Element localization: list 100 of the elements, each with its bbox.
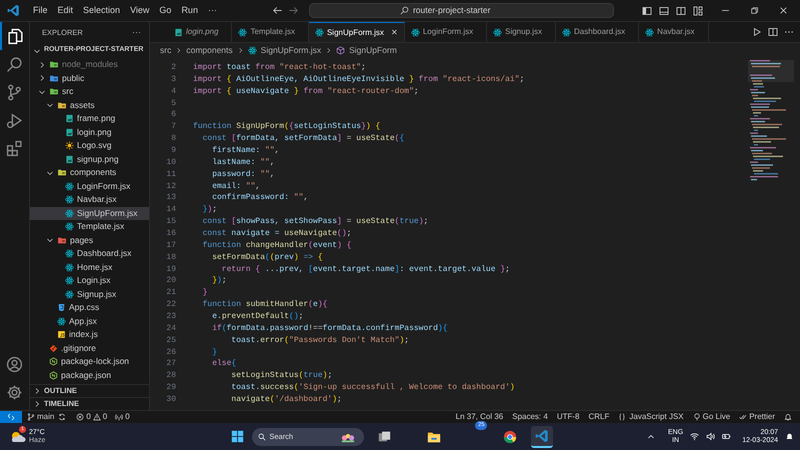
chevron-right-icon[interactable] bbox=[38, 74, 46, 82]
tree-item[interactable]: frame.png bbox=[30, 112, 149, 126]
settings-icon[interactable] bbox=[6, 384, 23, 400]
chevron-right-icon[interactable] bbox=[33, 400, 41, 408]
tree-item[interactable]: LoginForm.jsx bbox=[30, 180, 149, 193]
code-line: const navigate = useNavigate(); bbox=[202, 228, 352, 240]
chevron-right-icon[interactable] bbox=[33, 387, 41, 395]
atom-icon bbox=[65, 195, 74, 204]
bell-icon[interactable] bbox=[785, 432, 794, 441]
tree-item[interactable]: pages bbox=[30, 234, 149, 247]
panel-icon[interactable] bbox=[659, 6, 669, 16]
sun-icon bbox=[65, 141, 74, 150]
tree-item[interactable]: SignUpForm.jsx bbox=[30, 206, 149, 220]
menu-item[interactable]: Edit bbox=[52, 2, 78, 20]
atom-icon bbox=[65, 262, 74, 272]
line-number: 2 bbox=[170, 62, 176, 74]
menu-item[interactable]: File bbox=[28, 2, 53, 20]
tree-item[interactable]: components bbox=[30, 166, 149, 180]
go-live-button[interactable]: Go Live bbox=[692, 411, 730, 423]
code-line: email: "", bbox=[211, 180, 260, 192]
editor-tab[interactable]: SignUpForm.jsx ✕ bbox=[308, 22, 405, 42]
battery-icon[interactable] bbox=[722, 432, 732, 441]
image-file-icon bbox=[65, 154, 74, 164]
indentation[interactable]: Spaces: 4 bbox=[512, 411, 548, 423]
more-actions-button[interactable]: ··· bbox=[132, 26, 141, 40]
code-line: password: "", bbox=[211, 168, 275, 181]
cursor-position[interactable]: Ln 37, Col 36 bbox=[456, 411, 504, 423]
prettier-button[interactable]: Prettier bbox=[739, 411, 775, 423]
hexagon-icon bbox=[49, 357, 58, 366]
close-icon[interactable] bbox=[779, 6, 788, 15]
customize-layout-icon[interactable] bbox=[693, 6, 703, 16]
breadcrumb-item[interactable]: SignUpForm bbox=[349, 44, 397, 57]
tree-item[interactable]: assets bbox=[30, 98, 149, 112]
sync-icon[interactable] bbox=[58, 413, 66, 421]
browser-icon[interactable] bbox=[503, 430, 518, 444]
bell-icon[interactable] bbox=[784, 413, 792, 421]
split-editor-icon[interactable] bbox=[768, 27, 778, 37]
tree-item[interactable]: .gitignore bbox=[30, 342, 149, 355]
tree-item[interactable]: package-lock.json bbox=[30, 355, 149, 368]
branch-button[interactable]: main bbox=[27, 411, 54, 423]
extensions-icon[interactable] bbox=[6, 140, 23, 156]
tree-item[interactable]: Signup.jsx bbox=[30, 288, 149, 301]
menu-item[interactable]: Go bbox=[154, 2, 176, 20]
volume-icon[interactable] bbox=[706, 432, 716, 441]
tree-item[interactable]: Template.jsx bbox=[30, 220, 149, 234]
breadcrumb-item[interactable]: SignUpForm.jsx bbox=[260, 44, 322, 57]
tree-item[interactable]: public bbox=[30, 72, 149, 85]
task-view-icon[interactable] bbox=[378, 430, 392, 443]
language-mode[interactable]: JavaScript JSX bbox=[618, 411, 684, 423]
chevron-down-icon[interactable] bbox=[46, 236, 54, 244]
code-line: if(formData.password!==formData.confirmPassword){ bbox=[211, 322, 448, 335]
chevron-up-icon[interactable] bbox=[647, 432, 656, 440]
source-control-icon[interactable] bbox=[6, 84, 23, 100]
encoding[interactable]: UTF-8 bbox=[556, 411, 580, 423]
folder-icon[interactable] bbox=[427, 430, 442, 444]
tree-item[interactable]: Navbar.jsx bbox=[30, 193, 149, 206]
tree-item[interactable]: Login.jsx bbox=[30, 274, 149, 288]
close-tab-button[interactable]: ✕ bbox=[390, 26, 398, 38]
remote-icon bbox=[7, 413, 15, 421]
chevron-right-icon[interactable] bbox=[38, 60, 46, 69]
image-file-icon bbox=[65, 114, 74, 124]
line-number: 21 bbox=[165, 287, 176, 300]
primary-sidebar-icon[interactable] bbox=[642, 6, 652, 16]
tree-item[interactable]: login.png bbox=[30, 126, 149, 139]
search-icon[interactable] bbox=[6, 56, 23, 72]
forward-arrow-icon[interactable] bbox=[288, 5, 299, 16]
tree-item[interactable]: App.css bbox=[30, 301, 149, 314]
wifi-icon[interactable] bbox=[690, 432, 700, 441]
line-number: 12 bbox=[165, 180, 176, 192]
remote-button[interactable] bbox=[0, 410, 22, 424]
tree-item[interactable]: signup.png bbox=[30, 152, 149, 166]
run-icon[interactable] bbox=[752, 27, 762, 37]
tree-item[interactable]: package.json bbox=[30, 368, 149, 382]
line-ending[interactable]: CRLF bbox=[588, 411, 610, 423]
restore-icon[interactable] bbox=[750, 6, 759, 15]
run-debug-icon[interactable] bbox=[6, 112, 23, 128]
tree-item[interactable]: src bbox=[30, 85, 149, 98]
tree-item[interactable]: Dashboard.jsx bbox=[30, 247, 149, 260]
active-app-button[interactable] bbox=[531, 426, 554, 448]
tree-item[interactable]: Logo.svg bbox=[30, 139, 149, 152]
ports-button[interactable]: 0 bbox=[115, 411, 130, 423]
menu-item[interactable]: Selection bbox=[78, 2, 126, 20]
split-layout-icon[interactable] bbox=[676, 6, 686, 16]
chevron-down-icon[interactable] bbox=[46, 101, 54, 110]
back-arrow-icon[interactable] bbox=[272, 5, 283, 16]
files-icon[interactable] bbox=[7, 28, 24, 44]
menu-item[interactable]: Run bbox=[176, 2, 203, 20]
code-line: lastName: "", bbox=[211, 156, 275, 169]
tree-item[interactable]: index.js bbox=[30, 328, 149, 342]
breadcrumb-item[interactable]: components bbox=[186, 44, 233, 57]
tree-item[interactable]: Home.jsx bbox=[30, 260, 149, 274]
menu-item[interactable]: View bbox=[125, 2, 154, 20]
problems-button[interactable]: 0 0 bbox=[76, 411, 108, 423]
start-icon[interactable] bbox=[231, 430, 244, 443]
account-icon[interactable] bbox=[6, 356, 23, 372]
tree-item[interactable]: App.jsx bbox=[30, 314, 149, 328]
menu-item[interactable]: ··· bbox=[202, 2, 222, 20]
command-center[interactable]: router-project-starter bbox=[308, 3, 614, 18]
tree-item[interactable]: node_modules bbox=[30, 58, 149, 72]
breadcrumb-item[interactable]: src bbox=[160, 44, 172, 57]
